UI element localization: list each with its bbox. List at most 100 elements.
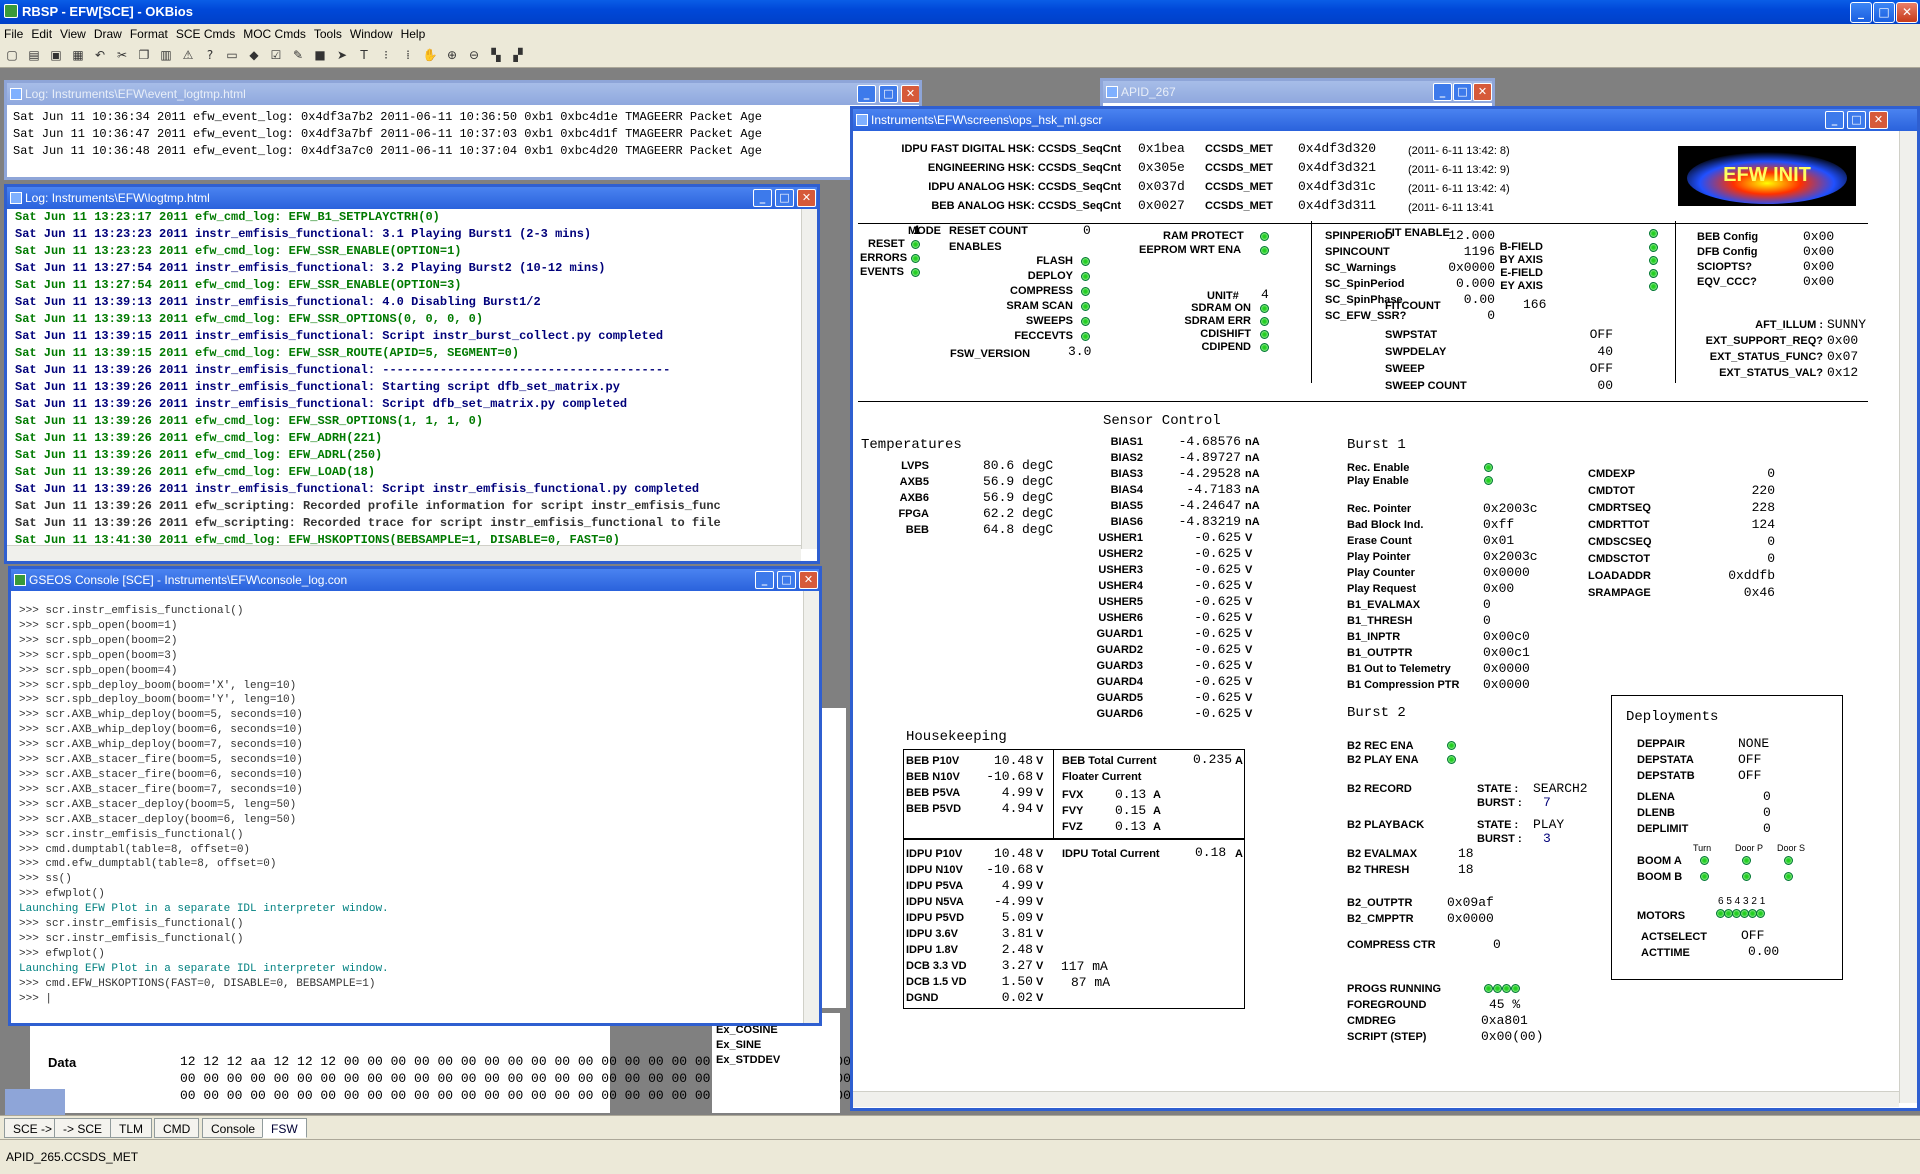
behind-side-panel: Ex_COSINE Ex_SINE Ex_STDDEV bbox=[712, 1013, 840, 1113]
horizontal-scrollbar[interactable] bbox=[7, 545, 801, 561]
console-line: >>> scr.instr_emfisis_functional() bbox=[19, 932, 244, 945]
menu-draw[interactable]: Draw bbox=[94, 27, 122, 41]
maximize-button[interactable]: □ bbox=[879, 85, 898, 103]
log-line: Sat Jun 11 13:27:54 2011 efw_cmd_log: EF… bbox=[15, 278, 462, 292]
copy-icon[interactable]: ❐ bbox=[136, 48, 152, 62]
sensor-label: USHER3 bbox=[1098, 564, 1143, 576]
undo-icon[interactable]: ↶ bbox=[92, 48, 108, 62]
status-bar: APID_265.CCSDS_MET bbox=[0, 1139, 1920, 1174]
fit-label: B-FIELD bbox=[1499, 241, 1543, 253]
console-icon[interactable]: ▭ bbox=[224, 48, 240, 62]
sweep-value: 00 bbox=[1597, 378, 1613, 393]
console-line: >>> scr.spb_open(boom=4) bbox=[19, 664, 178, 677]
help-icon[interactable]: ? bbox=[202, 48, 218, 62]
tab-sce[interactable]: -> SCE bbox=[54, 1118, 112, 1138]
close-button[interactable]: ✕ bbox=[901, 85, 919, 103]
minimize-button[interactable]: _ bbox=[755, 571, 774, 589]
menu-sce-cmds[interactable]: SCE Cmds bbox=[176, 27, 235, 41]
binary-alt-icon[interactable]: ⁞ bbox=[400, 48, 416, 62]
paste-icon[interactable]: ▥ bbox=[158, 48, 174, 62]
minimize-button[interactable]: _ bbox=[1850, 2, 1872, 23]
pointer-icon[interactable]: ➤ bbox=[334, 48, 350, 62]
errors-label: ERRORS bbox=[860, 252, 908, 264]
close-button[interactable]: ✕ bbox=[1473, 83, 1492, 101]
sensor-label: GUARD4 bbox=[1096, 676, 1143, 688]
menu-edit[interactable]: Edit bbox=[31, 27, 52, 41]
zoom-out-icon[interactable]: ⊖ bbox=[466, 48, 482, 62]
burst1-label: B1 Out to Telemetry bbox=[1347, 663, 1451, 675]
log-line: Sat Jun 11 10:36:47 2011 efw_event_log: … bbox=[13, 127, 762, 141]
b2-value-label: B2_CMPPTR bbox=[1347, 913, 1414, 925]
mode-value: 1 bbox=[913, 223, 921, 238]
menu-format[interactable]: Format bbox=[130, 27, 168, 41]
check-icon[interactable]: ☑ bbox=[268, 48, 284, 62]
plot-icon[interactable]: ◆ bbox=[246, 48, 262, 62]
binary-icon[interactable]: ⁝ bbox=[378, 48, 394, 62]
status-text: APID_265.CCSDS_MET bbox=[6, 1150, 139, 1164]
temp-value: 64.8 degC bbox=[983, 522, 1054, 537]
cascade-icon[interactable]: ▞ bbox=[510, 48, 526, 62]
menu-window[interactable]: Window bbox=[350, 27, 393, 41]
tab-tlm[interactable]: TLM bbox=[110, 1118, 152, 1138]
b2-burst-label: BURST : bbox=[1477, 833, 1522, 845]
stop-icon[interactable]: ■ bbox=[312, 48, 328, 62]
menu-tools[interactable]: Tools bbox=[314, 27, 342, 41]
print-icon[interactable]: ▦ bbox=[70, 48, 86, 62]
console-line: >>> scr.AXB_stacer_fire(boom=5, seconds=… bbox=[19, 754, 303, 767]
maximize-button[interactable]: □ bbox=[1453, 83, 1472, 101]
save-icon[interactable]: ▣ bbox=[48, 48, 64, 62]
close-button[interactable]: ✕ bbox=[1896, 2, 1918, 23]
temp-value: 56.9 degC bbox=[983, 490, 1054, 505]
vertical-scrollbar[interactable] bbox=[803, 591, 819, 1023]
menu-view[interactable]: View bbox=[60, 27, 86, 41]
cut-icon[interactable]: ✂ bbox=[114, 48, 130, 62]
met-time: (2011- 6-11 13:42: 9) bbox=[1408, 164, 1510, 176]
hand-icon[interactable]: ✋ bbox=[422, 48, 438, 62]
hk-unit: V bbox=[1036, 928, 1044, 940]
fit-led bbox=[1649, 282, 1658, 291]
hk-label: DGND bbox=[906, 992, 939, 1004]
minimize-button[interactable]: _ bbox=[857, 85, 876, 103]
app-icon bbox=[4, 4, 18, 18]
tab-console[interactable]: Console bbox=[202, 1118, 265, 1138]
deploy-value: 0 bbox=[1763, 805, 1771, 820]
met-label: CCSDS_MET bbox=[1205, 181, 1273, 193]
menu-moc-cmds[interactable]: MOC Cmds bbox=[243, 27, 306, 41]
warning-icon[interactable]: ⚠ bbox=[180, 48, 196, 62]
sensor-label: GUARD6 bbox=[1096, 708, 1143, 720]
text-icon[interactable]: T bbox=[356, 48, 372, 62]
minimize-button[interactable]: _ bbox=[753, 189, 772, 207]
seq-count: 0x305e bbox=[1138, 160, 1185, 175]
fsw-version-value: 3.0 bbox=[1068, 344, 1092, 359]
maximize-button[interactable]: □ bbox=[775, 189, 794, 207]
tab-cmd[interactable]: CMD bbox=[154, 1118, 200, 1138]
sensor-label: USHER4 bbox=[1098, 580, 1143, 592]
menu-help[interactable]: Help bbox=[401, 27, 426, 41]
temp-label: FPGA bbox=[898, 508, 929, 520]
open-icon[interactable]: ▤ bbox=[26, 48, 42, 62]
new-icon[interactable]: ▢ bbox=[4, 48, 20, 62]
hk-value: -4.99 bbox=[993, 894, 1033, 909]
minimized-window[interactable] bbox=[5, 1089, 65, 1115]
sensor-unit: nA bbox=[1245, 468, 1260, 480]
vertical-scrollbar[interactable] bbox=[801, 209, 817, 549]
maximize-button[interactable]: □ bbox=[1873, 2, 1895, 23]
sweep-value: OFF bbox=[1589, 361, 1613, 376]
temps-title: Temperatures bbox=[861, 437, 962, 453]
edit-icon[interactable]: ✎ bbox=[290, 48, 306, 62]
burst1-value: 0 bbox=[1483, 597, 1491, 612]
close-button[interactable]: ✕ bbox=[797, 189, 816, 207]
log-line: Sat Jun 11 13:39:13 2011 efw_cmd_log: EF… bbox=[15, 312, 484, 326]
minimize-button[interactable]: _ bbox=[1433, 83, 1452, 101]
close-button[interactable]: ✕ bbox=[799, 571, 818, 589]
config-value: 0x00 bbox=[1803, 274, 1835, 289]
tab-sce[interactable]: SCE -> bbox=[4, 1118, 62, 1138]
maximize-button[interactable]: □ bbox=[777, 571, 796, 589]
tile-icon[interactable]: ▚ bbox=[488, 48, 504, 62]
zoom-in-icon[interactable]: ⊕ bbox=[444, 48, 460, 62]
met-label: CCSDS_MET bbox=[1205, 200, 1273, 212]
console-line: >>> scr.AXB_stacer_fire(boom=6, seconds=… bbox=[19, 768, 303, 781]
menu-file[interactable]: File bbox=[4, 27, 23, 41]
sweep-value: 40 bbox=[1597, 344, 1613, 359]
tab-fsw[interactable]: FSW bbox=[262, 1118, 307, 1138]
